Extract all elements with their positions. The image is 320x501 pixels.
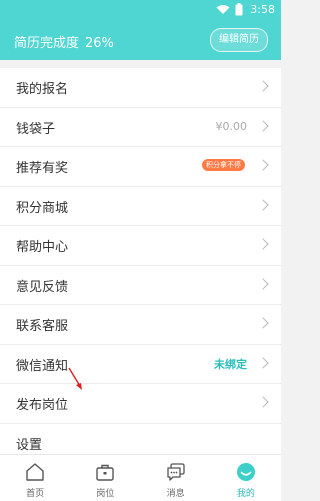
- message-icon: [166, 463, 185, 481]
- home-icon: [26, 463, 44, 481]
- tab-label: 岗位: [96, 489, 115, 499]
- tab-label: 我的: [236, 489, 255, 499]
- briefcase-icon: [96, 464, 115, 481]
- tab-label: 首页: [26, 489, 45, 499]
- tab-messages[interactable]: 消息: [141, 455, 211, 501]
- tab-home[interactable]: 首页: [0, 455, 70, 501]
- tab-profile[interactable]: 我的: [211, 455, 281, 501]
- tab-label: 消息: [166, 489, 185, 499]
- profile-icon: [236, 463, 255, 481]
- annotation-arrow-icon: [68, 367, 82, 390]
- bottom-tab-bar: 首页 岗位 消息 我的: [0, 454, 281, 501]
- tab-jobs[interactable]: 岗位: [70, 455, 140, 501]
